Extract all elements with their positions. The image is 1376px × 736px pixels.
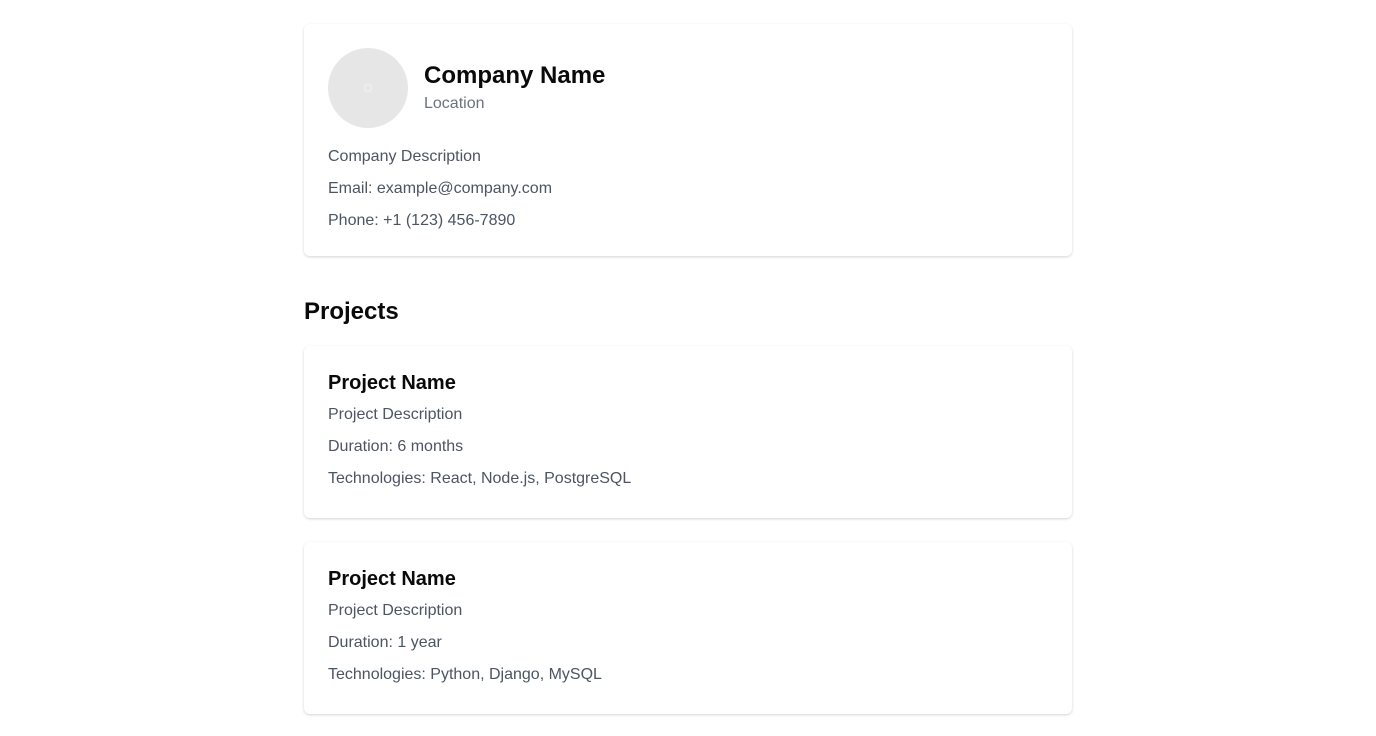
projects-heading: Projects — [304, 298, 399, 325]
project-info: Project Description Duration: 6 months T… — [328, 404, 1048, 490]
company-phone: Phone: +1 (123) 456-7890 — [328, 212, 516, 229]
project-description: Project Description — [328, 406, 463, 423]
company-description: Company Description — [328, 148, 481, 165]
company-email: Email: example@company.com — [328, 180, 553, 197]
company-location: Location — [424, 95, 485, 112]
company-card: Company Name Location Company Descriptio… — [304, 24, 1072, 256]
project-duration: Duration: 1 year — [328, 634, 442, 651]
company-titles: Company Name Location — [424, 61, 605, 115]
project-card: Project Name Project Description Duratio… — [304, 346, 1072, 518]
project-info: Project Description Duration: 1 year Tec… — [328, 600, 1048, 686]
project-description: Project Description — [328, 602, 463, 619]
project-name: Project Name — [328, 372, 456, 394]
page-container: Company Name Location Company Descriptio… — [304, 0, 1072, 714]
project-name: Project Name — [328, 568, 456, 590]
project-technologies: Technologies: Python, Django, MySQL — [328, 666, 602, 683]
company-info: Company Description Email: example@compa… — [328, 146, 1048, 232]
project-technologies: Technologies: React, Node.js, PostgreSQL — [328, 470, 632, 487]
company-name: Company Name — [424, 62, 606, 89]
company-avatar — [328, 48, 408, 128]
project-card: Project Name Project Description Duratio… — [304, 542, 1072, 714]
project-duration: Duration: 6 months — [328, 438, 464, 455]
company-header: Company Name Location — [328, 48, 1048, 128]
image-placeholder-icon — [364, 84, 372, 92]
